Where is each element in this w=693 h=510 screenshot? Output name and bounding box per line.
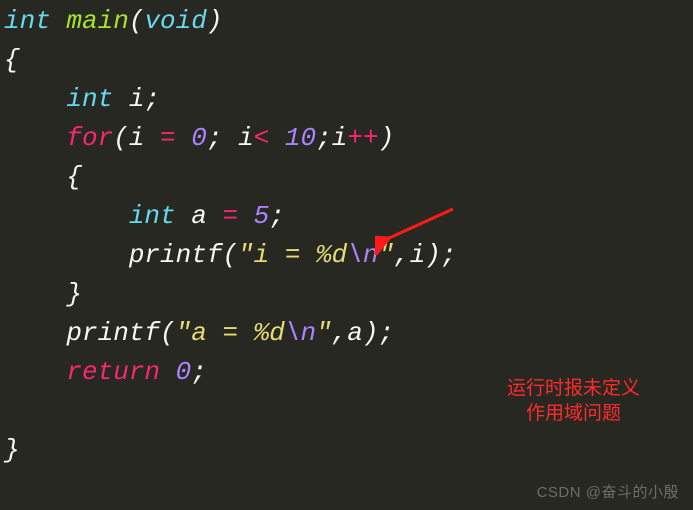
string-literal: "i = %d [238, 240, 347, 270]
annotation-line-2: 作用域问题 [507, 402, 640, 427]
annotation-line-1: 运行时报未定义 [507, 377, 640, 402]
keyword-int: int [129, 201, 176, 231]
keyword-for: for [66, 123, 113, 153]
escape-sequence: \n [347, 240, 378, 270]
keyword-return: return [66, 357, 160, 387]
brace-close: } [66, 279, 82, 309]
keyword-int: int [4, 6, 51, 36]
brace-close: } [4, 435, 20, 465]
brace-open: { [66, 162, 82, 192]
brace-open: { [4, 45, 20, 75]
escape-sequence: \n [285, 318, 316, 348]
watermark: CSDN @奋斗的小殷 [537, 482, 679, 505]
keyword-void: void [144, 6, 206, 36]
string-literal: "a = %d [176, 318, 285, 348]
keyword-int: int [66, 84, 113, 114]
annotation-text: 运行时报未定义 作用域问题 [507, 377, 640, 426]
function-main: main [66, 6, 128, 36]
